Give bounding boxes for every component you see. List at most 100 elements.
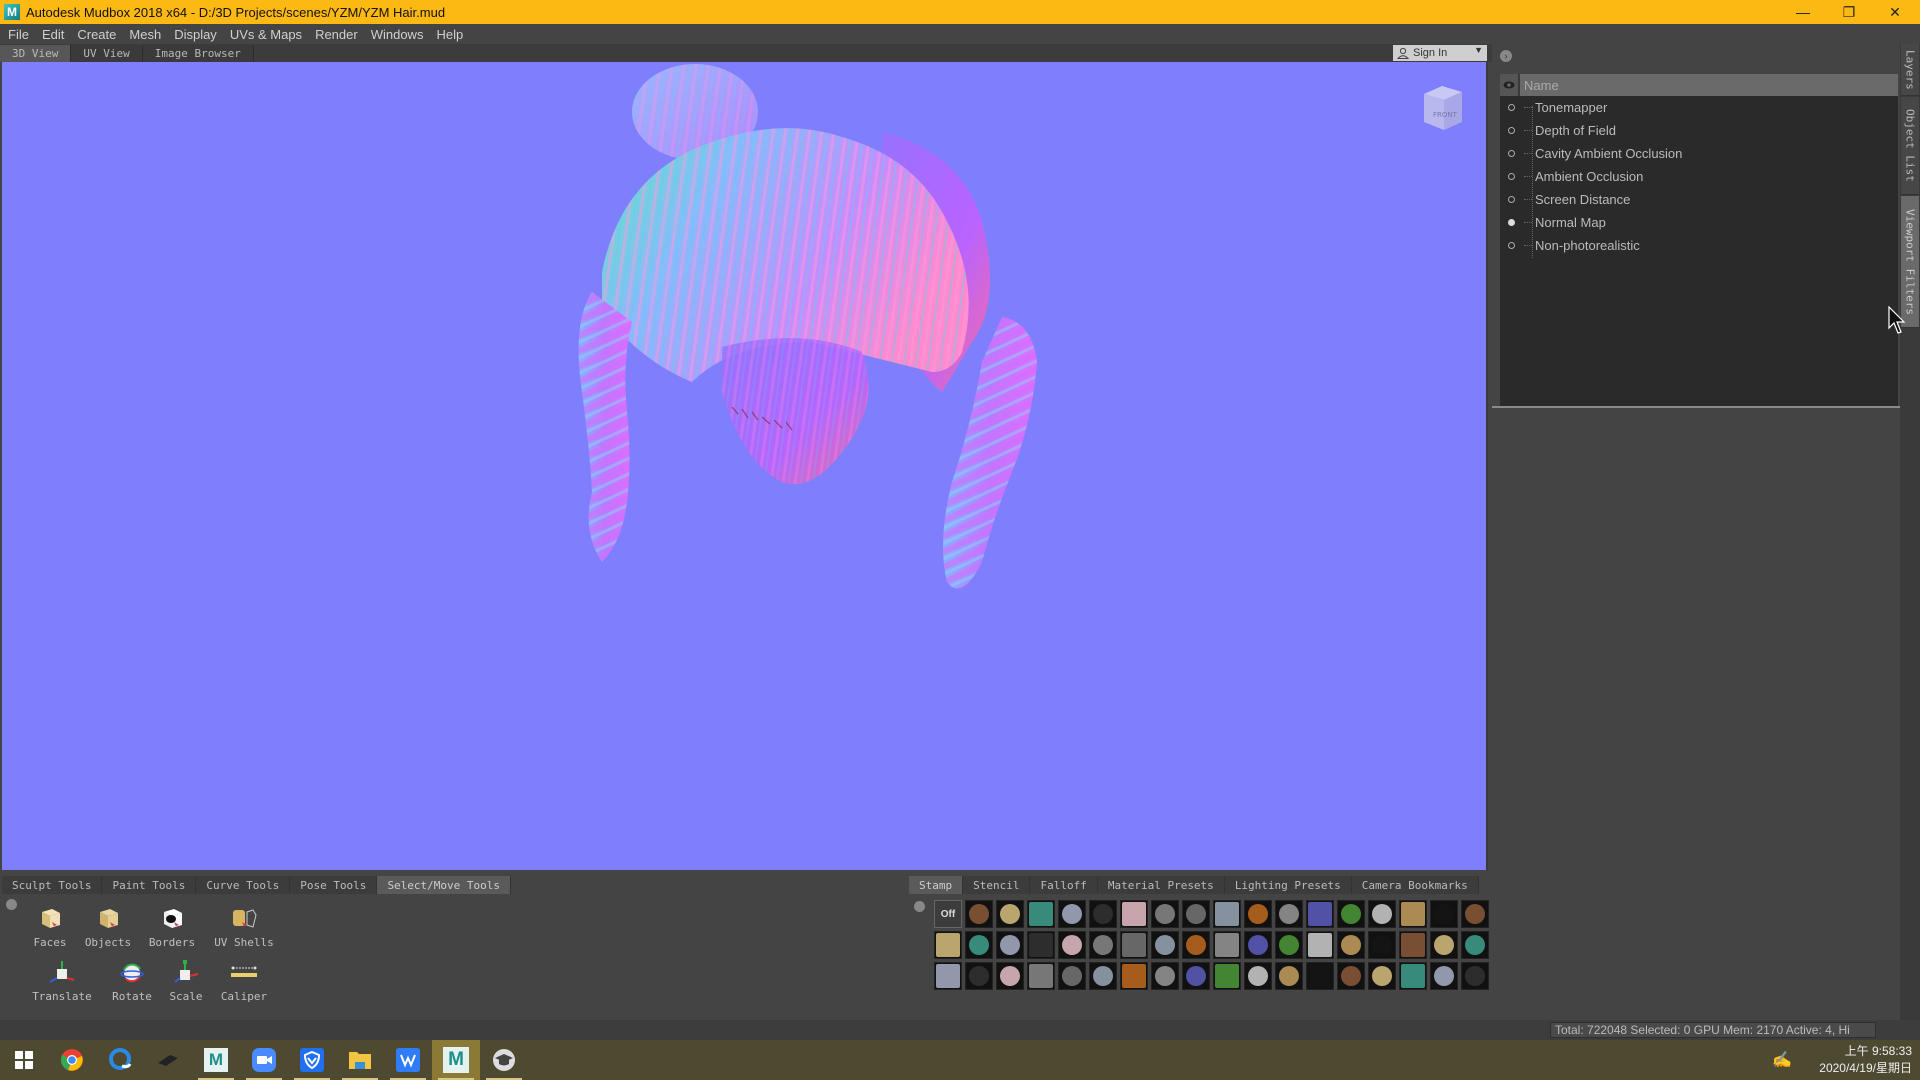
stamp-thumbnail[interactable] [1337, 900, 1365, 928]
start-button[interactable] [0, 1040, 48, 1080]
sign-in-dropdown[interactable]: Sign In ▼ [1393, 45, 1487, 61]
stamp-thumbnail[interactable] [1399, 900, 1427, 928]
filter-toggle[interactable] [1508, 173, 1515, 180]
filter-toggle[interactable] [1508, 127, 1515, 134]
stamp-thumbnail[interactable] [1306, 931, 1334, 959]
3d-viewport[interactable]: FRONT [2, 62, 1488, 870]
stamp-thumbnail[interactable] [1368, 962, 1396, 990]
stamp-thumbnail[interactable] [1368, 900, 1396, 928]
stamp-thumbnail[interactable] [965, 962, 993, 990]
menu-help[interactable]: Help [436, 27, 463, 42]
filter-toggle[interactable] [1508, 196, 1515, 203]
tab-lighting-presets[interactable]: Lighting Presets [1224, 876, 1352, 894]
tool-objects[interactable]: Objects [76, 906, 140, 949]
stamp-thumbnail[interactable] [1213, 931, 1241, 959]
stamp-thumbnail[interactable] [1027, 962, 1055, 990]
filter-row-tonemapper[interactable]: Tonemapper [1500, 96, 1898, 119]
tool-caliper[interactable]: Caliper [212, 960, 276, 1003]
menu-file[interactable]: File [8, 27, 29, 42]
side-tab-layers[interactable]: Layers [1901, 44, 1919, 96]
stamp-thumbnail[interactable] [965, 931, 993, 959]
name-column-header[interactable]: Name [1520, 74, 1898, 96]
tab-curve-tools[interactable]: Curve Tools [196, 876, 291, 894]
stamp-thumbnail[interactable] [1275, 931, 1303, 959]
filter-row-screen-distance[interactable]: Screen Distance [1500, 188, 1898, 211]
tool-tray-collapse-button[interactable] [6, 899, 17, 910]
menu-create[interactable]: Create [77, 27, 116, 42]
stamp-thumbnail[interactable] [1027, 931, 1055, 959]
tab-falloff[interactable]: Falloff [1030, 876, 1098, 894]
stamp-thumbnail[interactable] [965, 900, 993, 928]
panel-collapse-button[interactable]: › [1500, 50, 1512, 62]
stamp-thumbnail[interactable] [1089, 931, 1117, 959]
visibility-column-header[interactable] [1500, 74, 1520, 96]
stamp-thumbnail[interactable] [1337, 962, 1365, 990]
stamp-thumbnail[interactable] [1430, 962, 1458, 990]
stamp-thumbnail[interactable] [1089, 900, 1117, 928]
stamp-thumbnail[interactable] [1120, 900, 1148, 928]
tab-sculpt-tools[interactable]: Sculpt Tools [2, 876, 103, 894]
filter-row-cavity-ambient-occlusion[interactable]: Cavity Ambient Occlusion [1500, 142, 1898, 165]
close-button[interactable]: ✕ [1872, 0, 1918, 24]
stamp-off-button[interactable]: Off [934, 900, 962, 928]
filter-toggle[interactable] [1508, 242, 1515, 249]
stamp-thumbnail[interactable] [1120, 962, 1148, 990]
stamp-thumbnail[interactable] [1027, 900, 1055, 928]
stamp-thumbnail[interactable] [1151, 931, 1179, 959]
stamp-thumbnail[interactable] [1182, 900, 1210, 928]
tab-3d-view[interactable]: 3D View [0, 45, 72, 62]
panel-splitter[interactable] [1492, 406, 1920, 408]
taskbar-stylus-app[interactable] [144, 1040, 192, 1080]
stamp-thumbnail[interactable] [934, 962, 962, 990]
restore-button[interactable]: ❐ [1826, 0, 1872, 24]
tab-select-move-tools[interactable]: Select/Move Tools [377, 876, 512, 894]
stamp-thumbnail[interactable] [1182, 931, 1210, 959]
stamp-thumbnail[interactable] [1461, 962, 1489, 990]
tool-scale[interactable]: Scale [154, 960, 218, 1003]
stamp-thumbnail[interactable] [1244, 931, 1272, 959]
stamp-thumbnail[interactable] [934, 931, 962, 959]
tool-translate[interactable]: Translate [30, 960, 94, 1003]
stamp-thumbnail[interactable] [1151, 900, 1179, 928]
stamp-thumbnail[interactable] [1368, 931, 1396, 959]
taskbar-mudbox[interactable]: M [192, 1040, 240, 1080]
tool-faces[interactable]: Faces [18, 906, 82, 949]
library-tray-collapse-button[interactable] [914, 901, 925, 912]
stamp-thumbnail[interactable] [1306, 962, 1334, 990]
stamp-thumbnail[interactable] [1244, 962, 1272, 990]
menu-display[interactable]: Display [174, 27, 217, 42]
taskbar-qq-browser[interactable] [96, 1040, 144, 1080]
menu-windows[interactable]: Windows [371, 27, 424, 42]
filter-row-depth-of-field[interactable]: Depth of Field [1500, 119, 1898, 142]
tab-pose-tools[interactable]: Pose Tools [290, 876, 378, 894]
filter-row-ambient-occlusion[interactable]: Ambient Occlusion [1500, 165, 1898, 188]
taskbar-education[interactable] [480, 1040, 528, 1080]
taskbar-file-explorer[interactable] [336, 1040, 384, 1080]
tab-material-presets[interactable]: Material Presets [1097, 876, 1225, 894]
menu-edit[interactable]: Edit [42, 27, 64, 42]
filter-toggle[interactable] [1508, 150, 1515, 157]
tool-borders[interactable]: Borders [140, 906, 204, 949]
stamp-thumbnail[interactable] [1275, 962, 1303, 990]
menu-mesh[interactable]: Mesh [129, 27, 161, 42]
tab-uv-view[interactable]: UV View [71, 45, 143, 62]
stamp-thumbnail[interactable] [996, 900, 1024, 928]
taskbar-wps[interactable] [384, 1040, 432, 1080]
menu-uvs-maps[interactable]: UVs & Maps [230, 27, 302, 42]
stamp-thumbnail[interactable] [1058, 900, 1086, 928]
stamp-thumbnail[interactable] [1151, 962, 1179, 990]
stamp-thumbnail[interactable] [1306, 900, 1334, 928]
tool-uv-shells[interactable]: UV Shells [212, 906, 276, 949]
viewcube[interactable]: FRONT [1416, 82, 1466, 134]
tab-paint-tools[interactable]: Paint Tools [102, 876, 197, 894]
stamp-thumbnail[interactable] [1058, 962, 1086, 990]
stamp-thumbnail[interactable] [1089, 962, 1117, 990]
stamp-thumbnail[interactable] [1430, 900, 1458, 928]
pen-input-icon[interactable]: ✍ [1772, 1050, 1792, 1070]
filter-row-non-photorealistic[interactable]: Non-photorealistic [1500, 234, 1898, 257]
stamp-thumbnail[interactable] [1399, 962, 1427, 990]
stamp-thumbnail[interactable] [1213, 900, 1241, 928]
filter-toggle[interactable] [1508, 104, 1515, 111]
filter-row-normal-map[interactable]: Normal Map [1500, 211, 1898, 234]
filter-toggle[interactable] [1508, 219, 1515, 226]
